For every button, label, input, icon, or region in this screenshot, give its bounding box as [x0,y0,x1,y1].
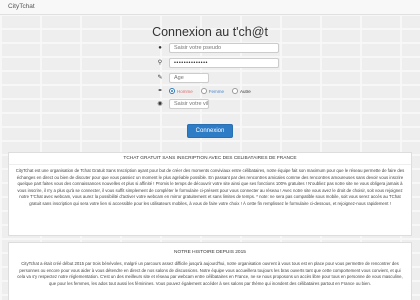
user-icon: ● [158,45,162,51]
gender-radio-other[interactable] [232,88,239,94]
password-input[interactable]: •••••••••••••• [169,58,279,68]
connexion-button[interactable]: Connexion [187,124,233,138]
age-input[interactable] [169,73,209,83]
info-panel-intro: TCHAT GRATUIT SANS INSCRIPTION AVEC DES … [8,152,412,236]
navbar: CityTchat [0,0,420,15]
brand-logo[interactable]: CityTchat [8,3,35,10]
key-icon: ⚲ [157,60,163,66]
history-text: CityTchat a était créé début 2015 par tr… [17,261,403,286]
gender-icon: ⚭ [157,88,163,94]
intro-text: CityTchat est une organisation de Tchat … [15,168,405,206]
gender-label-male: Homme [177,88,193,94]
pencil-icon: ✎ [157,75,163,81]
gender-label-female: Femme [208,88,225,94]
intro-heading: TCHAT GRATUIT SANS INSCRIPTION AVEC DES … [9,153,411,165]
gender-option-female[interactable]: Femme [200,88,225,94]
info-panel-history: NOTRE HISTOIRE DEPUIS 2015 CityTchat a é… [8,242,412,300]
gender-option-male[interactable]: Homme [169,88,193,94]
gender-radio-male[interactable] [169,88,175,94]
gender-option-other[interactable]: Autre [232,88,251,94]
gender-options: Homme Femme Autre [169,86,259,96]
gender-radio-female[interactable] [200,88,207,94]
location-icon: ◉ [157,101,163,107]
city-select-wrap [169,99,209,109]
city-input[interactable] [169,99,209,109]
pseudo-input[interactable] [169,43,279,53]
page-title: Connexion au t'ch@t [152,25,268,39]
gender-label-other: Autre [240,88,251,94]
history-heading: NOTRE HISTOIRE DEPUIS 2015 [174,250,246,255]
